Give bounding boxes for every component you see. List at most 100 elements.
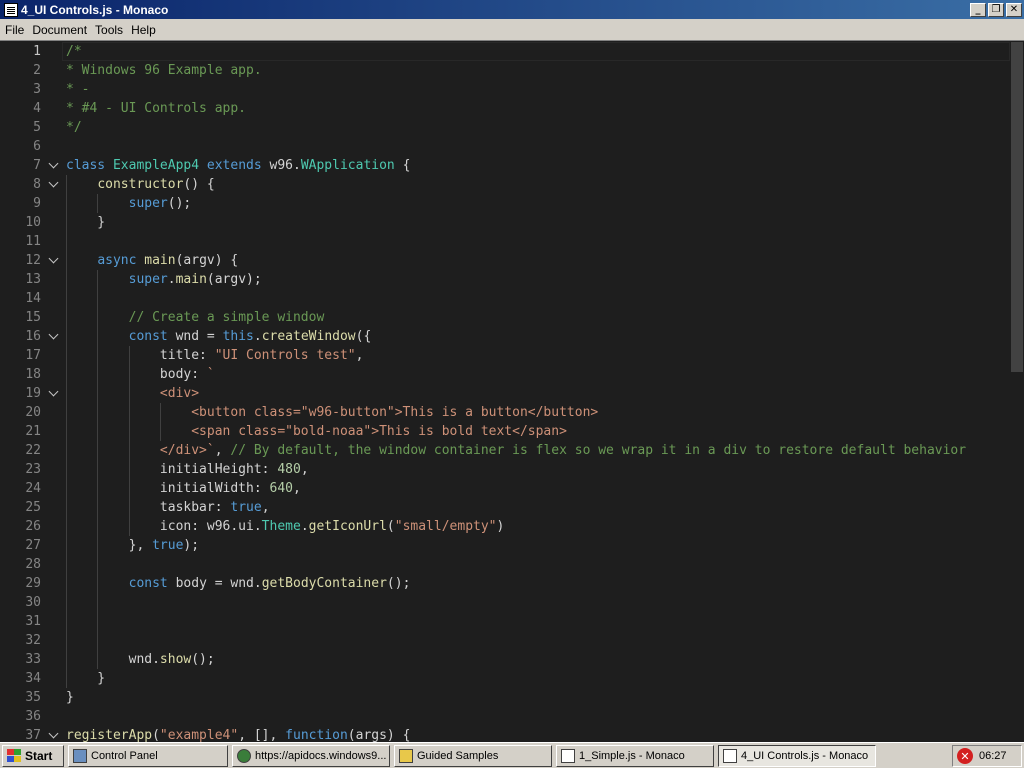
error-icon[interactable]: ✕ (957, 748, 973, 764)
code-line[interactable]: 11 (0, 232, 1010, 251)
code-line[interactable]: 1 /* (0, 42, 1010, 61)
code-token: ( (152, 728, 160, 742)
code-text: constructor() { (66, 175, 214, 194)
close-button[interactable]: ✕ (1006, 2, 1022, 17)
code-line[interactable]: 33 wnd.show(); (0, 650, 1010, 669)
windows-logo-icon (6, 748, 22, 763)
fold-chevron-icon[interactable] (48, 384, 62, 403)
code-line[interactable]: 14 (0, 289, 1010, 308)
fold-chevron-icon[interactable] (48, 175, 62, 194)
code-line[interactable]: 27 }, true); (0, 536, 1010, 555)
code-token: wnd = (175, 329, 223, 344)
code-line[interactable]: 15 // Create a simple window (0, 308, 1010, 327)
code-token: body: (66, 367, 207, 382)
code-token: // By default, the window container is f… (230, 443, 967, 458)
code-line[interactable]: 31 (0, 612, 1010, 631)
code-line[interactable]: 20 <button class="w96-button">This is a … (0, 403, 1010, 422)
line-number: 20 (25, 405, 41, 420)
code-line[interactable]: 32 (0, 631, 1010, 650)
code-token: main (175, 272, 207, 287)
taskbar-item-label: 1_Simple.js - Monaco (579, 749, 685, 762)
code-line[interactable]: 37 registerApp("example4", [], function(a… (0, 726, 1010, 742)
code-token: ( (386, 519, 395, 534)
code-line[interactable]: 22 </div>`, // By default, the window co… (0, 441, 1010, 460)
window-controls: _ ❐ ✕ (968, 2, 1022, 17)
code-token: */ (66, 120, 82, 135)
code-token: <button class="w96-button">This is a but… (191, 405, 599, 420)
code-line[interactable]: 30 (0, 593, 1010, 612)
taskbar-item[interactable]: Control Panel (68, 744, 228, 767)
code-line[interactable]: 34 } (0, 669, 1010, 688)
code-text: } (66, 213, 105, 232)
menu-help[interactable]: Help (127, 23, 160, 37)
code-token: const (128, 576, 176, 591)
code-line[interactable]: 9 super(); (0, 194, 1010, 213)
code-token: extends (206, 158, 270, 173)
fold-chevron-icon[interactable] (48, 327, 62, 346)
code-line[interactable]: 10 } (0, 213, 1010, 232)
code-line[interactable]: 29 const body = wnd.getBodyContainer(); (0, 574, 1010, 593)
code-token: "UI Controls test" (214, 348, 356, 363)
code-text: <button class="w96-button">This is a but… (66, 403, 598, 422)
code-token: /* (66, 44, 82, 59)
menu-tools[interactable]: Tools (91, 23, 127, 37)
code-line[interactable]: 21 <span class="bold-noaa">This is bold … (0, 422, 1010, 441)
code-token: class (66, 158, 113, 173)
fold-chevron-icon[interactable] (48, 251, 62, 270)
code-line[interactable]: 2 * Windows 96 Example app. (0, 61, 1010, 80)
code-line[interactable]: 6 (0, 137, 1010, 156)
menu-file[interactable]: File (1, 23, 28, 37)
code-line[interactable]: 23 initialHeight: 480, (0, 460, 1010, 479)
code-token: this (222, 329, 254, 344)
code-token: ) (496, 519, 505, 534)
code-line[interactable]: 8 constructor() { (0, 175, 1010, 194)
code-line[interactable]: 28 (0, 555, 1010, 574)
code-token: (argv) { (175, 253, 239, 268)
vertical-scrollbar[interactable] (1010, 42, 1024, 742)
code-line[interactable]: 5 */ (0, 118, 1010, 137)
maximize-button[interactable]: ❐ (988, 2, 1004, 17)
fold-chevron-icon[interactable] (48, 726, 62, 742)
code-line[interactable]: 19 <div> (0, 384, 1010, 403)
code-line[interactable]: 12 async main(argv) { (0, 251, 1010, 270)
code-line[interactable]: 25 taskbar: true, (0, 498, 1010, 517)
code-line[interactable]: 26 icon: w96.ui.Theme.getIconUrl("small/… (0, 517, 1010, 536)
code-line[interactable]: 16 const wnd = this.createWindow({ (0, 327, 1010, 346)
minimize-button[interactable]: _ (970, 2, 986, 17)
start-button[interactable]: Start (2, 744, 64, 767)
taskbar-item[interactable]: Guided Samples (394, 744, 552, 767)
code-line[interactable]: 3 * - (0, 80, 1010, 99)
menu-document[interactable]: Document (28, 23, 91, 37)
code-token: (args) { (347, 728, 411, 742)
taskbar-item[interactable]: https://apidocs.windows9... (232, 744, 390, 767)
code-line[interactable]: 36 (0, 707, 1010, 726)
code-token: . (300, 519, 309, 534)
line-number: 29 (25, 576, 41, 591)
fold-chevron-icon[interactable] (48, 156, 62, 175)
code-line[interactable]: 17 title: "UI Controls test", (0, 346, 1010, 365)
code-line[interactable]: 35} (0, 688, 1010, 707)
line-number: 31 (25, 614, 41, 629)
scrollbar-thumb[interactable] (1011, 42, 1023, 372)
code-line[interactable]: 18 body: ` (0, 365, 1010, 384)
code-token: registerApp (66, 728, 153, 742)
indent-guide (97, 612, 99, 631)
line-number: 34 (25, 671, 41, 686)
taskbar-item[interactable]: 4_UI Controls.js - Monaco (718, 744, 876, 767)
code-editor[interactable]: 1 /* 2 * Windows 96 Example app. 3 * - 4 * #4 -… (0, 42, 1024, 742)
line-number: 12 (25, 253, 41, 268)
code-line[interactable]: 7 class ExampleApp4 extends w96.WApplicat… (0, 156, 1010, 175)
window-titlebar[interactable]: 4_UI Controls.js - Monaco _ ❐ ✕ (0, 0, 1024, 19)
code-text: */ (66, 118, 82, 137)
code-line[interactable]: 4 * #4 - UI Controls app. (0, 99, 1010, 118)
code-text: const wnd = this.createWindow({ (66, 327, 372, 346)
indent-guide (97, 555, 99, 574)
code-token: const (128, 329, 176, 344)
code-line[interactable]: 24 initialWidth: 640, (0, 479, 1010, 498)
code-text: </div>`, // By default, the window conta… (66, 441, 966, 460)
code-text: super.main(argv); (66, 270, 262, 289)
code-line[interactable]: 13 super.main(argv); (0, 270, 1010, 289)
taskbar-item[interactable]: 1_Simple.js - Monaco (556, 744, 714, 767)
code-text: * #4 - UI Controls app. (66, 99, 246, 118)
